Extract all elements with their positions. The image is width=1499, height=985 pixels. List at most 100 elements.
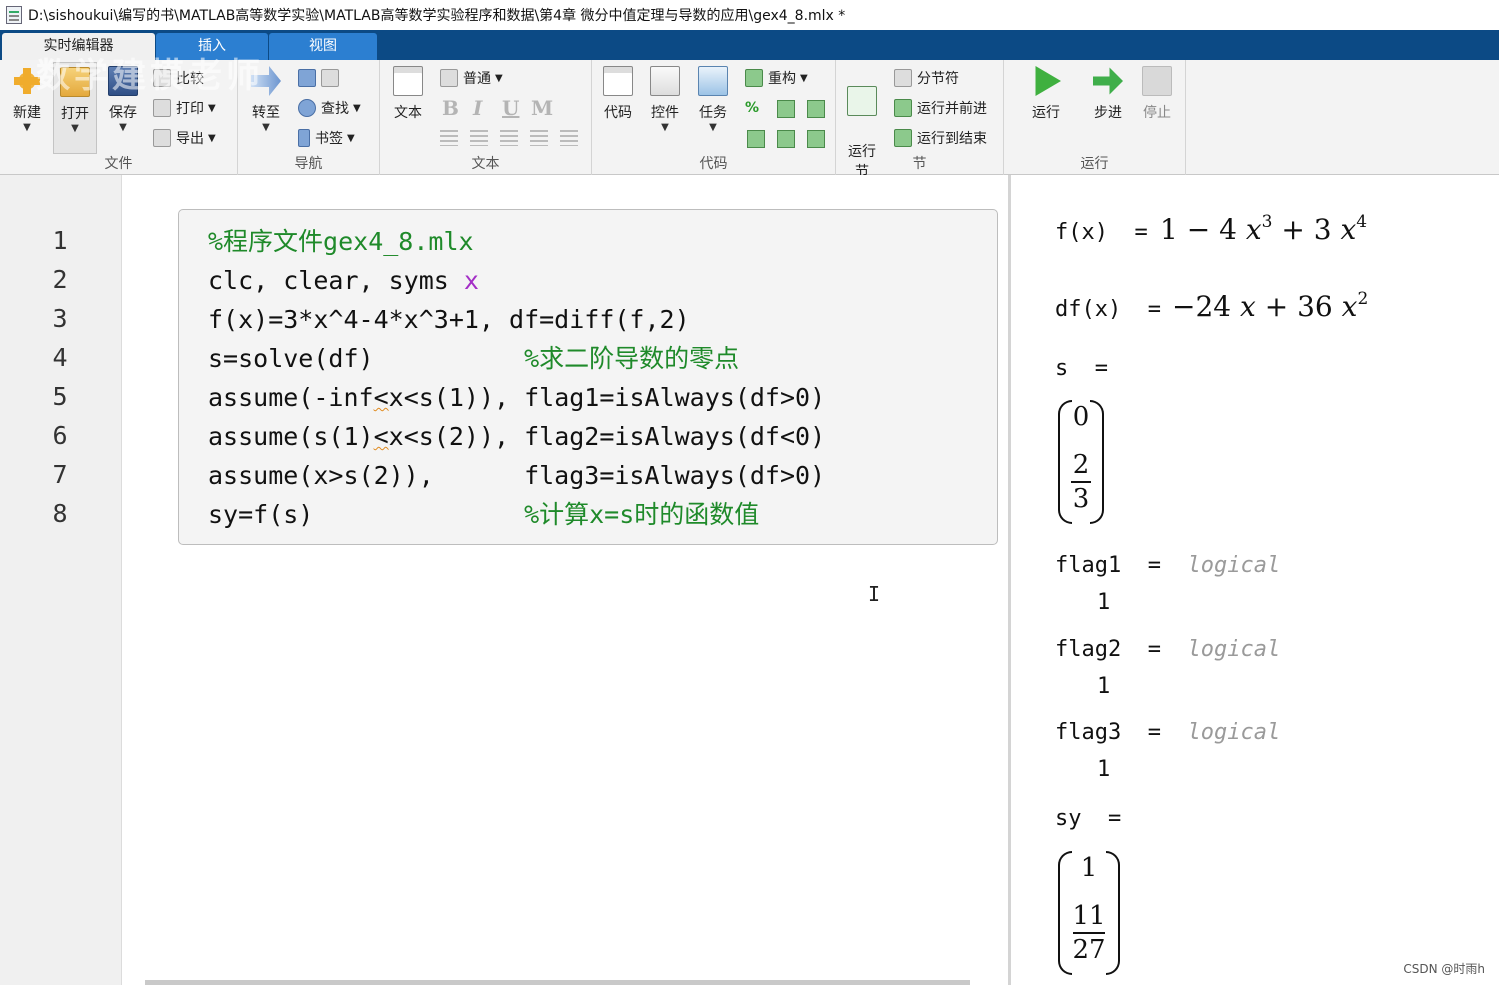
task-chart-icon xyxy=(698,66,728,96)
code-line[interactable]: assume(x>s(2)), flag3=isAlways(df>0) xyxy=(208,458,825,494)
new-button[interactable]: 新建 ▼ xyxy=(5,66,49,134)
code-token: x<s(1)), flag1=isAlways(df>0) xyxy=(388,383,826,412)
smart-indent-icon[interactable] xyxy=(747,130,765,148)
line-number: 8 xyxy=(52,499,68,528)
style-dropdown[interactable]: 普通 ▼ xyxy=(440,66,503,90)
refactor-button[interactable]: 重构 ▼ xyxy=(745,66,808,90)
s-output-label: s = xyxy=(1055,356,1108,381)
chevron-down-icon: ▼ xyxy=(119,122,127,133)
section-group: 运行 节 分节符 运行并前进 运行到结束 节 xyxy=(836,60,1004,180)
run-to-end-button[interactable]: 运行到结束 xyxy=(894,126,987,150)
run-button[interactable]: 运行 xyxy=(1024,66,1068,122)
flag1-output-label: flag1 = logical xyxy=(1055,553,1281,578)
code-group: 代码 控件 ▼ 任务 ▼ 重构 ▼ % 代码 xyxy=(592,60,836,175)
code-line[interactable]: clc, clear, syms x xyxy=(208,263,479,299)
back-forward-buttons[interactable] xyxy=(298,66,344,90)
open-button[interactable]: 打开 ▼ xyxy=(53,62,97,154)
numbered-list-icon[interactable] xyxy=(470,130,488,146)
align-center-icon[interactable] xyxy=(530,130,548,146)
stop-square-icon xyxy=(1142,66,1172,96)
compare-button[interactable]: 比较 xyxy=(153,66,204,90)
chevron-down-icon: ▼ xyxy=(208,132,216,144)
code-line[interactable]: s=solve(df) %求二阶导数的零点 xyxy=(208,341,739,377)
bold-button[interactable]: B xyxy=(442,96,459,120)
tab-insert[interactable]: 插入 xyxy=(156,33,268,60)
monospace-button[interactable]: M xyxy=(531,96,553,120)
code-comment: %程序文件gex4_8.mlx xyxy=(208,227,474,256)
chevron-down-icon: ▼ xyxy=(661,122,669,133)
underline-button[interactable]: U xyxy=(502,96,519,120)
sy-output-label: sy = xyxy=(1055,806,1122,831)
line-number: 2 xyxy=(52,265,68,294)
save-disk-icon xyxy=(108,66,138,96)
step-button[interactable]: 步进 xyxy=(1086,66,1130,122)
back-arrow-icon[interactable] xyxy=(298,69,316,87)
code-line[interactable]: f(x)=3*x^4-4*x^3+1, df=diff(f,2) xyxy=(208,302,690,338)
chevron-down-icon: ▼ xyxy=(495,72,503,84)
save-label: 保存 xyxy=(109,105,137,121)
italic-button[interactable]: I xyxy=(473,96,482,120)
code-token: clc, clear, syms xyxy=(208,266,464,295)
wrap-comment-icon[interactable] xyxy=(807,100,825,118)
control-button[interactable]: 控件 ▼ xyxy=(643,66,687,134)
ribbon-toolbar: 新建 ▼ 打开 ▼ 保存 ▼ 比较 打印 ▼ 导出 ▼ 文件 转至 ▼ 查找 ▼… xyxy=(0,60,1499,180)
save-button[interactable]: 保存 ▼ xyxy=(101,66,145,134)
forward-arrow-icon[interactable] xyxy=(321,69,339,87)
sy-output-matrix: 1 11 27 xyxy=(1058,851,1120,975)
file-group-label: 文件 xyxy=(104,156,133,172)
new-label: 新建 xyxy=(13,105,41,121)
stop-button[interactable]: 停止 xyxy=(1135,66,1179,122)
df-output-expression: −24 x + 36 x2 xyxy=(1172,289,1369,323)
file-group: 新建 ▼ 打开 ▼ 保存 ▼ 比较 打印 ▼ 导出 ▼ 文件 xyxy=(0,60,238,175)
increase-indent-icon[interactable] xyxy=(807,130,825,148)
line-number: 3 xyxy=(52,304,68,333)
uncomment-icon[interactable] xyxy=(777,100,795,118)
flag3-output-label: flag3 = logical xyxy=(1055,720,1281,745)
code-warning-token: < xyxy=(373,383,389,412)
df-output-label: df(x) = xyxy=(1055,297,1161,322)
align-right-icon[interactable] xyxy=(560,130,578,146)
comment-button[interactable]: % xyxy=(745,96,759,120)
code-token: x<s(2)), flag2=isAlways(df<0) xyxy=(388,422,826,451)
task-button[interactable]: 任务 ▼ xyxy=(691,66,735,134)
code-token: sy=f(s) xyxy=(208,500,525,529)
chevron-down-icon: ▼ xyxy=(262,122,270,133)
s-output-matrix: 0 2 3 xyxy=(1058,400,1104,524)
bookmark-button[interactable]: 书签 ▼ xyxy=(298,126,355,150)
chevron-down-icon: ▼ xyxy=(208,102,216,114)
section-break-button[interactable]: 分节符 xyxy=(894,66,959,90)
search-icon xyxy=(298,99,316,117)
text-button[interactable]: 文本 xyxy=(386,66,430,122)
code-line[interactable]: assume(-inf<x<s(1)), flag1=isAlways(df>0… xyxy=(208,380,825,416)
find-button[interactable]: 查找 ▼ xyxy=(298,96,361,120)
code-line[interactable]: assume(s(1)<x<s(2)), flag2=isAlways(df<0… xyxy=(208,419,825,455)
code-token: assume(-inf xyxy=(208,383,374,412)
goto-arrow-icon xyxy=(251,66,281,96)
tab-view[interactable]: 视图 xyxy=(269,33,377,60)
f-output-label: f(x) = xyxy=(1055,220,1148,245)
code-line[interactable]: sy=f(s) %计算x=s时的函数值 xyxy=(208,497,759,533)
f-output-expression: 1 − 4 x3 + 3 x4 xyxy=(1160,212,1368,246)
export-button[interactable]: 导出 ▼ xyxy=(153,126,216,150)
tab-live-editor[interactable]: 实时编辑器 xyxy=(2,33,155,60)
run-and-advance-button[interactable]: 运行并前进 xyxy=(894,96,987,120)
print-button[interactable]: 打印 ▼ xyxy=(153,96,216,120)
code-button[interactable]: 代码 xyxy=(596,66,640,122)
decrease-indent-icon[interactable] xyxy=(777,130,795,148)
line-number: 7 xyxy=(52,460,68,489)
run-section-icon xyxy=(847,86,877,116)
code-line[interactable]: %程序文件gex4_8.mlx xyxy=(208,224,474,260)
printer-icon xyxy=(153,99,171,117)
window-title: D:\sishoukui\编写的书\MATLAB高等数学实验\MATLAB高等数… xyxy=(28,8,846,24)
horizontal-scrollbar[interactable] xyxy=(145,980,970,985)
code-token: s=solve(df) xyxy=(208,344,525,373)
line-number: 5 xyxy=(52,382,68,411)
text-doc-icon xyxy=(393,66,423,96)
flag1-output-value: 1 xyxy=(1097,590,1111,615)
bullet-list-icon[interactable] xyxy=(440,130,458,146)
new-icon xyxy=(12,66,42,96)
goto-button[interactable]: 转至 ▼ xyxy=(244,66,288,134)
text-group-label: 文本 xyxy=(471,156,500,172)
align-left-icon[interactable] xyxy=(500,130,518,146)
export-icon xyxy=(153,129,171,147)
